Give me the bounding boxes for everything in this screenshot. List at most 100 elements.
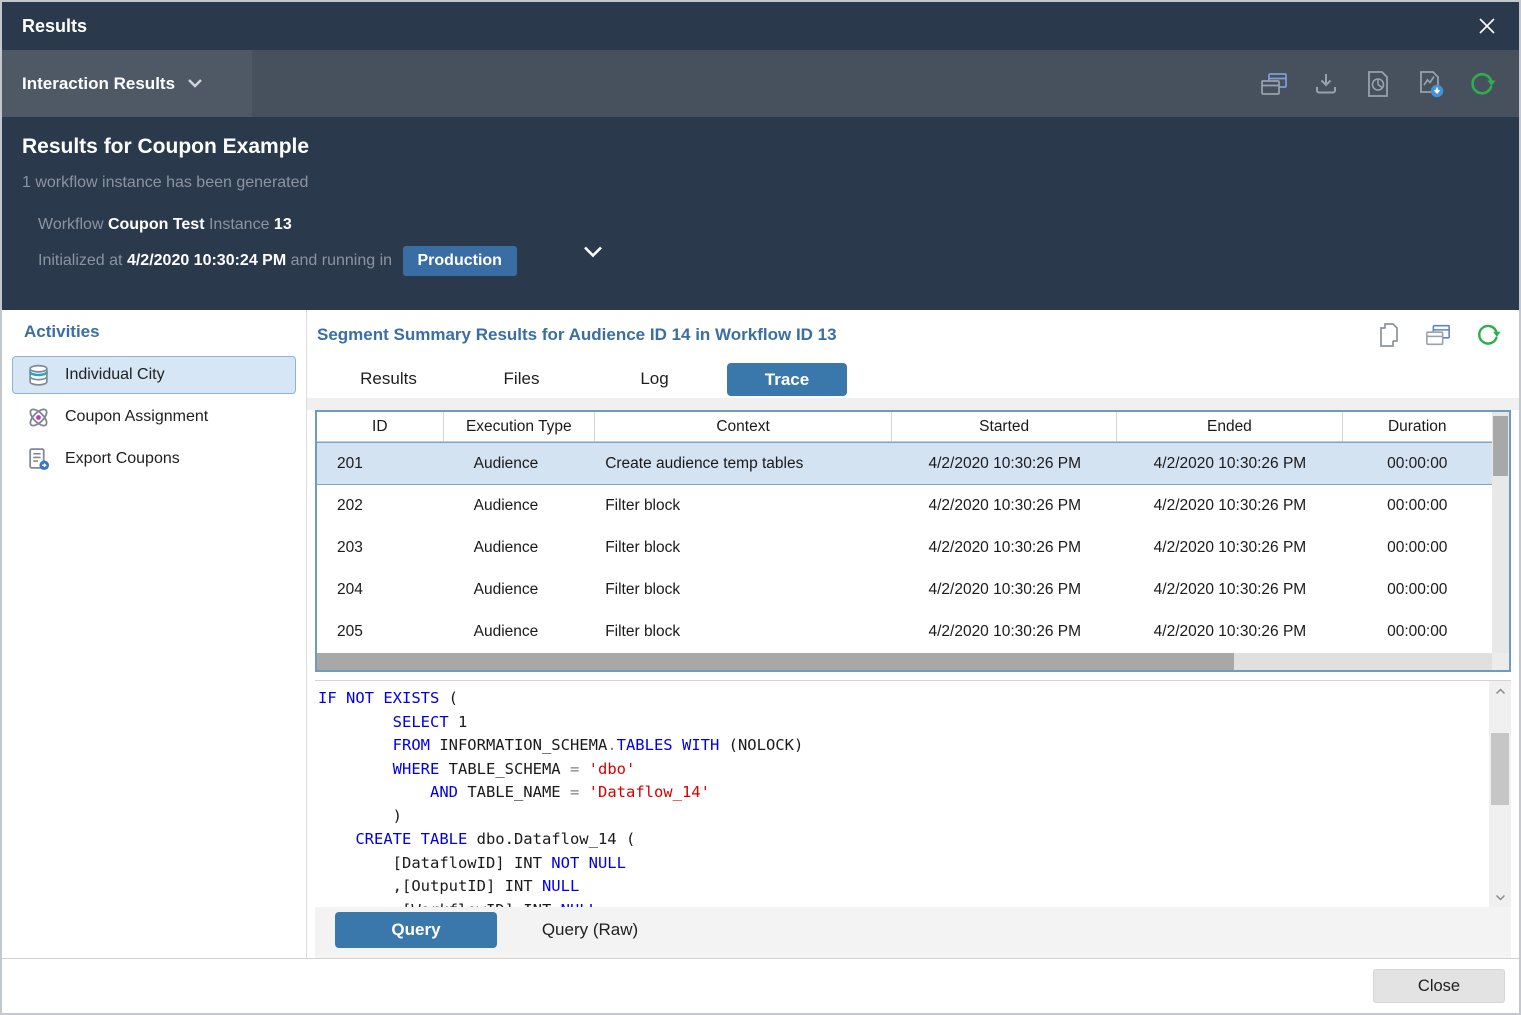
assignment-icon [25, 404, 51, 430]
sidebar-item-label: Individual City [65, 366, 165, 384]
chevron-down-icon [187, 75, 203, 93]
cell-context: Filter block [595, 611, 892, 653]
query-tab-bar: Query Query (Raw) [315, 907, 1511, 958]
cell-ended: 4/2/2020 10:30:26 PM [1117, 443, 1342, 484]
cell-context: Filter block [595, 485, 892, 527]
dialog-body: Activities Individual City [2, 310, 1519, 958]
cell-ended: 4/2/2020 10:30:26 PM [1117, 485, 1342, 527]
workflow-summary: Workflow Coupon Test Instance 13 Initial… [22, 216, 1499, 276]
cell-ended: 4/2/2020 10:30:26 PM [1117, 611, 1342, 653]
refresh-icon[interactable] [1467, 69, 1497, 99]
copy-icon[interactable] [1375, 322, 1401, 348]
activities-title: Activities [2, 322, 306, 356]
table-row[interactable]: 204AudienceFilter block4/2/2020 10:30:26… [317, 569, 1492, 611]
table-row[interactable]: 202AudienceFilter block4/2/2020 10:30:26… [317, 485, 1492, 527]
scrollbar-thumb[interactable] [1493, 416, 1508, 476]
table-body: 201AudienceCreate audience temp tables4/… [317, 442, 1492, 653]
code-line: ,[WorkflowID] INT NULL [318, 899, 1485, 908]
code-line: IF NOT EXISTS ( [318, 687, 1485, 711]
cell-started: 4/2/2020 10:30:26 PM [892, 527, 1117, 569]
code-line: CREATE TABLE dbo.Dataflow_14 ( [318, 828, 1485, 852]
cell-id: 204 [317, 569, 444, 611]
toolbar: Interaction Results [2, 50, 1519, 117]
cell-id: 202 [317, 485, 444, 527]
refresh-icon[interactable] [1475, 322, 1501, 348]
cell-duration: 00:00:00 [1343, 569, 1492, 611]
sidebar-item-label: Export Coupons [65, 450, 180, 468]
report-download-icon[interactable] [1415, 69, 1445, 99]
dialog-footer: Close [2, 958, 1519, 1013]
workflow-label: Workflow [38, 216, 104, 233]
tab-log[interactable]: Log [588, 369, 721, 389]
table-row[interactable]: 203AudienceFilter block4/2/2020 10:30:26… [317, 527, 1492, 569]
cascade-windows-icon[interactable] [1259, 69, 1289, 99]
interaction-results-selector[interactable]: Interaction Results [2, 50, 252, 117]
cell-id: 201 [317, 443, 444, 484]
download-icon[interactable] [1311, 69, 1341, 99]
cell-started: 4/2/2020 10:30:26 PM [892, 485, 1117, 527]
code-line: ) [318, 805, 1485, 829]
sidebar-item-export-coupons[interactable]: Export Coupons [12, 440, 296, 478]
cascade-windows-icon[interactable] [1425, 322, 1451, 348]
cell-ended: 4/2/2020 10:30:26 PM [1117, 527, 1342, 569]
column-header[interactable]: Duration [1343, 412, 1492, 441]
scrollbar-thumb[interactable] [317, 653, 1234, 670]
window-title: Results [22, 16, 87, 37]
section-title: Segment Summary Results for Audience ID … [317, 325, 837, 345]
scroll-up-icon[interactable] [1489, 681, 1511, 701]
tab-query[interactable]: Query [335, 912, 497, 948]
tab-gap [307, 398, 1519, 410]
table-horizontal-scrollbar[interactable] [317, 653, 1492, 670]
running-label: and running in [291, 252, 392, 269]
code-line: [DataflowID] INT NOT NULL [318, 852, 1485, 876]
scroll-down-icon[interactable] [1489, 887, 1511, 907]
panel-gap [315, 672, 1511, 680]
scrollbar-thumb[interactable] [1491, 733, 1509, 805]
table-vertical-scrollbar[interactable] [1492, 412, 1509, 653]
toolbar-icons [1259, 50, 1519, 117]
table-header-row: IDExecution TypeContextStartedEndedDurat… [317, 412, 1492, 442]
column-header[interactable]: Context [595, 412, 892, 441]
tab-query-raw[interactable]: Query (Raw) [497, 912, 683, 948]
export-document-icon [25, 446, 51, 472]
activities-sidebar: Activities Individual City [2, 310, 307, 958]
workflow-name: Coupon Test [108, 216, 205, 233]
column-header[interactable]: Started [892, 412, 1117, 441]
results-title: Results for Coupon Example [22, 135, 1499, 159]
section-icons [1375, 322, 1507, 348]
initialized-time: 4/2/2020 10:30:24 PM [127, 252, 286, 269]
cell-execution_type: Audience [444, 485, 596, 527]
results-dialog: Results Interaction Results [0, 0, 1521, 1015]
results-subtitle: 1 workflow instance has been generated [22, 174, 1499, 192]
sidebar-item-individual-city[interactable]: Individual City [12, 356, 296, 394]
sidebar-item-coupon-assignment[interactable]: Coupon Assignment [12, 398, 296, 436]
code-line: ,[OutputID] INT NULL [318, 875, 1485, 899]
tab-files[interactable]: Files [455, 369, 588, 389]
column-header[interactable]: Execution Type [444, 412, 595, 441]
main-panel: Segment Summary Results for Audience ID … [307, 310, 1519, 958]
code-line: WHERE TABLE_SCHEMA = 'dbo' [318, 758, 1485, 782]
table-row[interactable]: 201AudienceCreate audience temp tables4/… [317, 442, 1492, 485]
cell-execution_type: Audience [444, 527, 596, 569]
cell-execution_type: Audience [444, 443, 596, 484]
initialized-line: Initialized at 4/2/2020 10:30:24 PM and … [38, 246, 1499, 276]
trace-table: IDExecution TypeContextStartedEndedDurat… [315, 410, 1511, 672]
query-panel: IF NOT EXISTS ( SELECT 1 FROM INFORMATIO… [315, 680, 1511, 907]
close-button[interactable]: Close [1373, 969, 1505, 1003]
cell-started: 4/2/2020 10:30:26 PM [892, 569, 1117, 611]
report-icon[interactable] [1363, 69, 1393, 99]
close-icon[interactable] [1473, 12, 1501, 40]
results-header: Results for Coupon Example 1 workflow in… [2, 117, 1519, 310]
table-row[interactable]: 205AudienceFilter block 4/2/2020 10:30:26… [317, 611, 1492, 653]
column-header[interactable]: Ended [1117, 412, 1342, 441]
tab-trace[interactable]: Trace [727, 363, 847, 396]
database-icon [25, 362, 51, 388]
workflow-line: Workflow Coupon Test Instance 13 [38, 216, 1499, 234]
sidebar-item-label: Coupon Assignment [65, 408, 208, 426]
column-header[interactable]: ID [317, 412, 444, 441]
cell-execution_type: Audience [444, 611, 596, 653]
tab-results[interactable]: Results [322, 369, 455, 389]
query-vertical-scrollbar[interactable] [1489, 681, 1511, 907]
cell-id: 205 [317, 611, 444, 653]
chevron-down-icon[interactable] [582, 245, 604, 263]
